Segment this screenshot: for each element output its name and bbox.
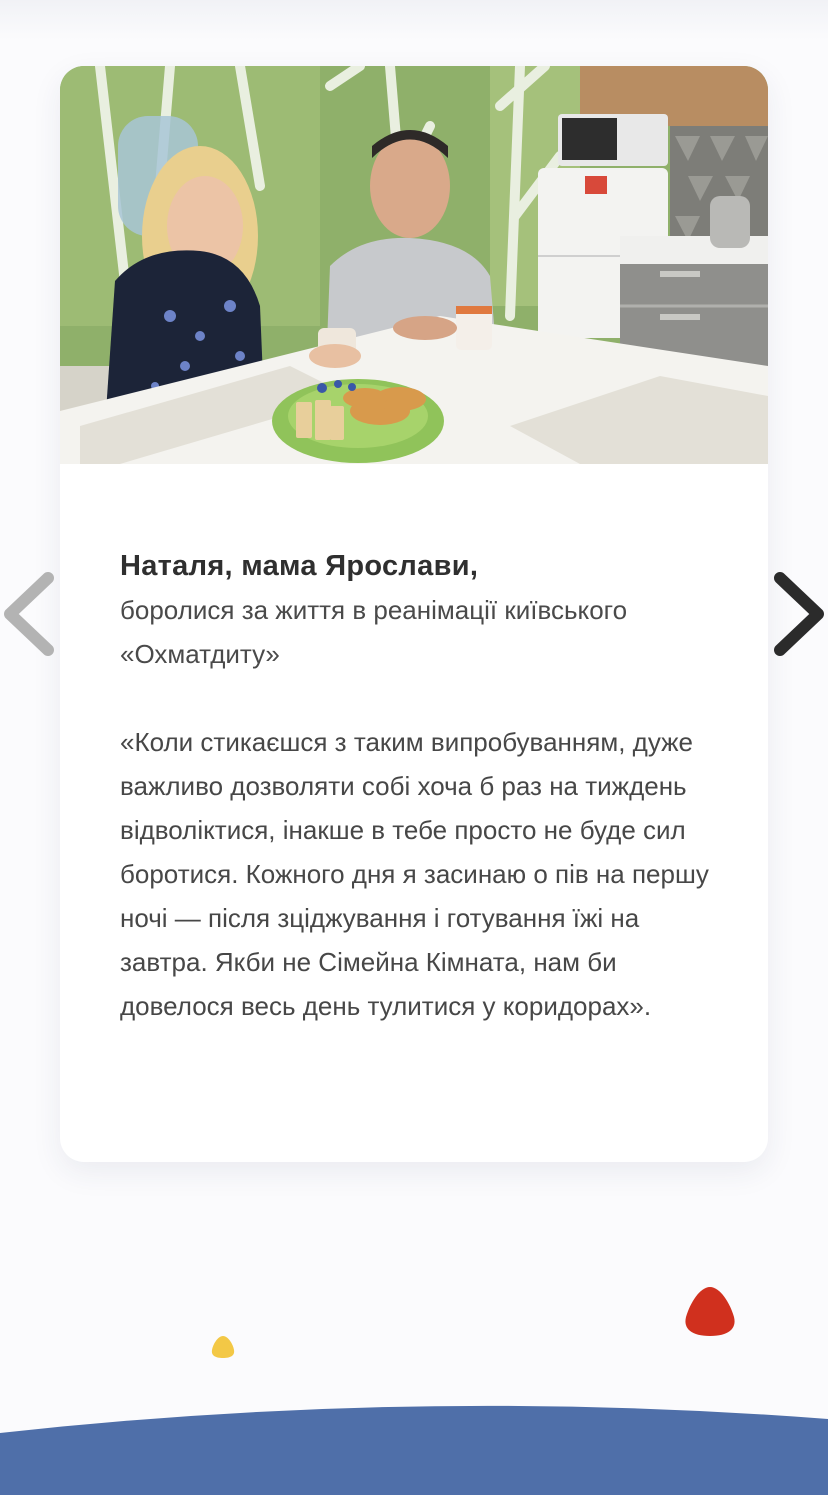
testimonial-photo: [60, 66, 768, 464]
person-description: боролися за життя в реанімації київськог…: [120, 595, 628, 669]
carousel-prev-button[interactable]: [0, 566, 56, 662]
testimonial-quote: «Коли стикаєшся з таким випробуванням, д…: [120, 727, 709, 1021]
person-name: Наталя, мама Ярослави,: [120, 550, 479, 582]
testimonial-text: Наталя, мама Ярослави, боролися за життя…: [120, 544, 720, 1028]
bottom-wave-decoration: [0, 1405, 828, 1495]
top-fade: [0, 0, 828, 40]
chevron-left-icon: [4, 572, 54, 656]
chevron-right-icon: [774, 572, 824, 656]
page: Наталя, мама Ярослави, боролися за життя…: [0, 0, 828, 1495]
red-blob-decoration: [685, 1287, 735, 1336]
yellow-blob-decoration: [211, 1336, 235, 1358]
carousel-next-button[interactable]: [770, 566, 826, 662]
testimonial-card: Наталя, мама Ярослави, боролися за життя…: [60, 66, 768, 1162]
